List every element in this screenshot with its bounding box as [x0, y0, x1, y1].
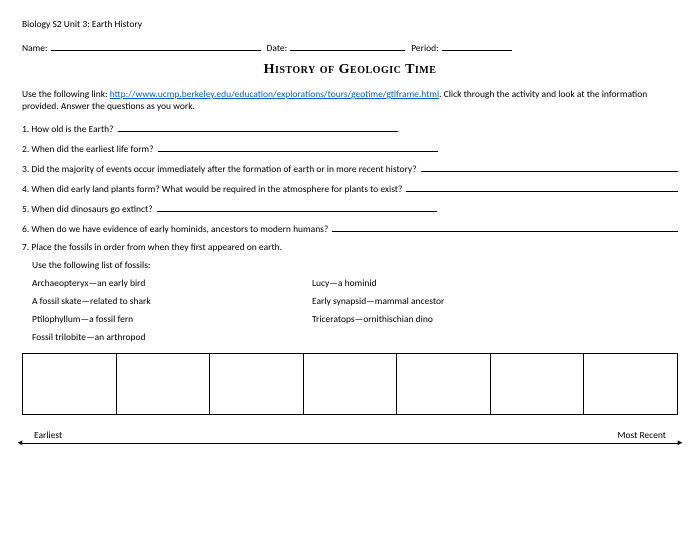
course-header: Biology S2 Unit 3: Earth History	[22, 18, 678, 30]
question-5-blank[interactable]	[157, 201, 437, 212]
page-title: History of Geologic Time	[22, 62, 678, 78]
order-cell-5[interactable]	[397, 354, 491, 414]
period-blank[interactable]	[442, 40, 512, 51]
question-5-text: 5. When did dinosaurs go extinct?	[22, 203, 153, 215]
question-2-blank[interactable]	[158, 141, 438, 152]
order-cell-1[interactable]	[23, 354, 117, 414]
intro-pre: Use the following link:	[22, 88, 110, 100]
fossil-right-4	[312, 331, 678, 343]
timeline: Earliest Most Recent	[22, 429, 678, 444]
date-label: Date:	[267, 42, 288, 54]
fossil-row-1: Archaeopteryx—an early bird Lucy—a homin…	[32, 277, 678, 289]
intro-text: Use the following link: http://www.ucmp.…	[22, 88, 678, 113]
fossil-row-3: Ptilophyllum—a fossil fern Triceratops—o…	[32, 313, 678, 325]
name-label: Name:	[22, 42, 48, 54]
question-7-text: 7. Place the fossils in order from when …	[22, 241, 282, 253]
order-cell-4[interactable]	[304, 354, 398, 414]
question-1: 1. How old is the Earth?	[22, 121, 678, 135]
question-6-text: 6. When do we have evidence of early hom…	[22, 223, 328, 235]
resource-link[interactable]: http://www.ucmp.berkeley.edu/education/e…	[110, 88, 439, 100]
fossil-left-4: Fossil trilobite—an arthropod	[32, 331, 312, 343]
timeline-left-label: Earliest	[34, 429, 62, 441]
question-5: 5. When did dinosaurs go extinct?	[22, 201, 678, 215]
fossil-left-1: Archaeopteryx—an early bird	[32, 277, 312, 289]
fossil-left-3: Ptilophyllum—a fossil fern	[32, 313, 312, 325]
question-7: 7. Place the fossils in order from when …	[22, 241, 678, 253]
question-6: 6. When do we have evidence of early hom…	[22, 221, 678, 235]
timeline-right-label: Most Recent	[617, 429, 666, 441]
question-3-text: 3. Did the majority of events occur imme…	[22, 163, 417, 175]
question-4-blank[interactable]	[406, 181, 678, 192]
name-date-line: Name: Date: Period:	[22, 40, 678, 54]
order-cell-7[interactable]	[584, 354, 677, 414]
name-blank[interactable]	[51, 40, 261, 51]
question-2: 2. When did the earliest life form?	[22, 141, 678, 155]
question-2-text: 2. When did the earliest life form?	[22, 143, 154, 155]
question-4: 4. When did early land plants form? What…	[22, 181, 678, 195]
order-cell-6[interactable]	[491, 354, 585, 414]
date-blank[interactable]	[290, 40, 405, 51]
fossil-right-3: Triceratops—ornithischian dino	[312, 313, 678, 325]
fossil-right-1: Lucy—a hominid	[312, 277, 678, 289]
timeline-line	[22, 443, 678, 444]
question-4-text: 4. When did early land plants form? What…	[22, 183, 402, 195]
fossils-intro: Use the following list of fossils:	[32, 259, 678, 271]
question-1-blank[interactable]	[118, 121, 398, 132]
fossil-row-2: A fossil skate—related to shark Early sy…	[32, 295, 678, 307]
fossil-left-2: A fossil skate—related to shark	[32, 295, 312, 307]
period-label: Period:	[411, 42, 438, 54]
question-6-blank[interactable]	[332, 221, 678, 232]
order-cell-3[interactable]	[210, 354, 304, 414]
question-3-blank[interactable]	[421, 161, 678, 172]
ordering-grid[interactable]	[22, 353, 678, 415]
order-cell-2[interactable]	[117, 354, 211, 414]
question-3: 3. Did the majority of events occur imme…	[22, 161, 678, 175]
question-1-text: 1. How old is the Earth?	[22, 123, 114, 135]
fossil-row-4: Fossil trilobite—an arthropod	[32, 331, 678, 343]
fossil-right-2: Early synapsid—mammal ancestor	[312, 295, 678, 307]
